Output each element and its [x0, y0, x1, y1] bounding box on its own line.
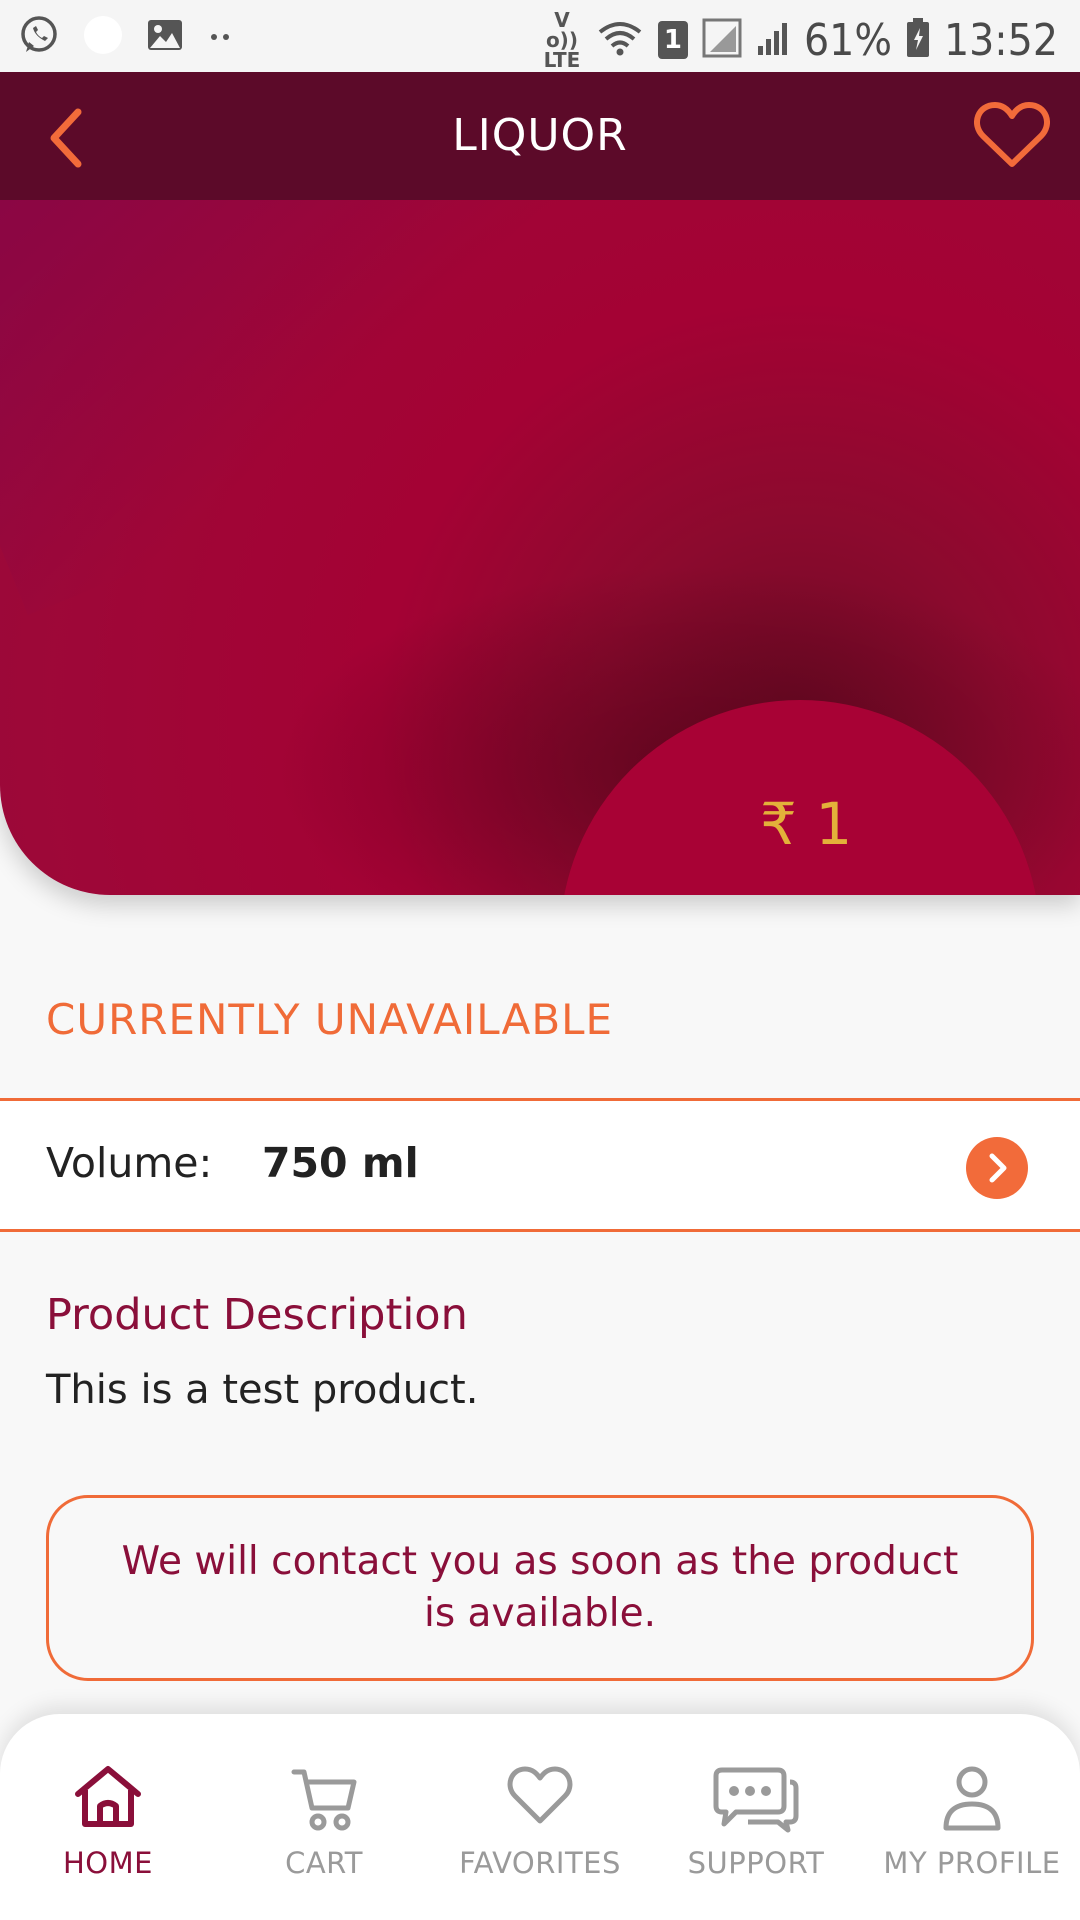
page-title: LIQUOR [452, 110, 628, 161]
volume-value: 750 ml [262, 1139, 419, 1187]
volume-selector[interactable]: Volume: 750 ml [0, 1098, 1080, 1232]
favorite-button[interactable] [974, 100, 1050, 170]
product-hero: ₹ 1 [0, 200, 1080, 895]
nav-favorites[interactable]: FAVORITES [432, 1714, 648, 1920]
heart-icon [507, 1766, 573, 1824]
nav-label-profile: MY PROFILE [883, 1846, 1061, 1880]
clock: 13:52 [943, 14, 1058, 66]
sim-badge: 1 [657, 21, 688, 59]
user-icon [943, 1766, 1001, 1831]
sim-number: 1 [657, 21, 688, 59]
whatsapp-icon [18, 14, 60, 60]
battery-charging-icon [906, 18, 930, 62]
nav-label-support: SUPPORT [687, 1846, 825, 1880]
home-icon [75, 1766, 141, 1827]
notification-dot-icon [82, 14, 124, 60]
nav-support[interactable]: SUPPORT [648, 1714, 864, 1920]
status-bar: Vo)) LTE 1 61% 13:52 [0, 0, 1080, 72]
nav-label-favorites: FAVORITES [459, 1846, 621, 1880]
nav-label-home: HOME [63, 1846, 153, 1880]
volume-label: Volume: [46, 1139, 213, 1187]
availability-notice: We will contact you as soon as the produ… [46, 1495, 1034, 1681]
volte-icon: Vo)) LTE [542, 10, 582, 70]
screen: Vo)) LTE 1 61% 13:52 LIQUOR ₹ 1 CURRENTL… [0, 0, 1080, 1920]
nav-cart[interactable]: CART [216, 1714, 432, 1920]
volte-label: Vo)) LTE [543, 8, 581, 72]
notice-text: We will contact you as soon as the produ… [121, 1539, 959, 1636]
nav-label-cart: CART [285, 1846, 363, 1880]
signal-icon-1 [702, 18, 742, 62]
volume-arrow-button[interactable] [966, 1137, 1028, 1199]
gallery-icon [146, 16, 184, 58]
nav-home[interactable]: HOME [0, 1714, 216, 1920]
description-title: Product Description [46, 1290, 468, 1340]
app-header: LIQUOR [0, 72, 1080, 200]
chevron-right-icon [989, 1153, 1007, 1183]
signal-icon-2 [756, 20, 790, 60]
description-text: This is a test product. [46, 1367, 479, 1413]
status-right: Vo)) LTE 1 61% 13:52 [542, 10, 1058, 70]
more-notifications-icon [206, 28, 236, 47]
heart-icon [974, 102, 1050, 167]
product-price: ₹ 1 [760, 790, 853, 858]
battery-percent: 61% [803, 14, 892, 66]
chat-icon [713, 1767, 799, 1833]
wifi-icon [596, 18, 644, 62]
cart-icon [291, 1769, 357, 1831]
bottom-nav: HOME CART FAVORITES SUPPORT MY PROFILE [0, 1714, 1080, 1920]
nav-profile[interactable]: MY PROFILE [864, 1714, 1080, 1920]
status-left [18, 14, 236, 60]
availability-status: CURRENTLY UNAVAILABLE [46, 995, 614, 1044]
